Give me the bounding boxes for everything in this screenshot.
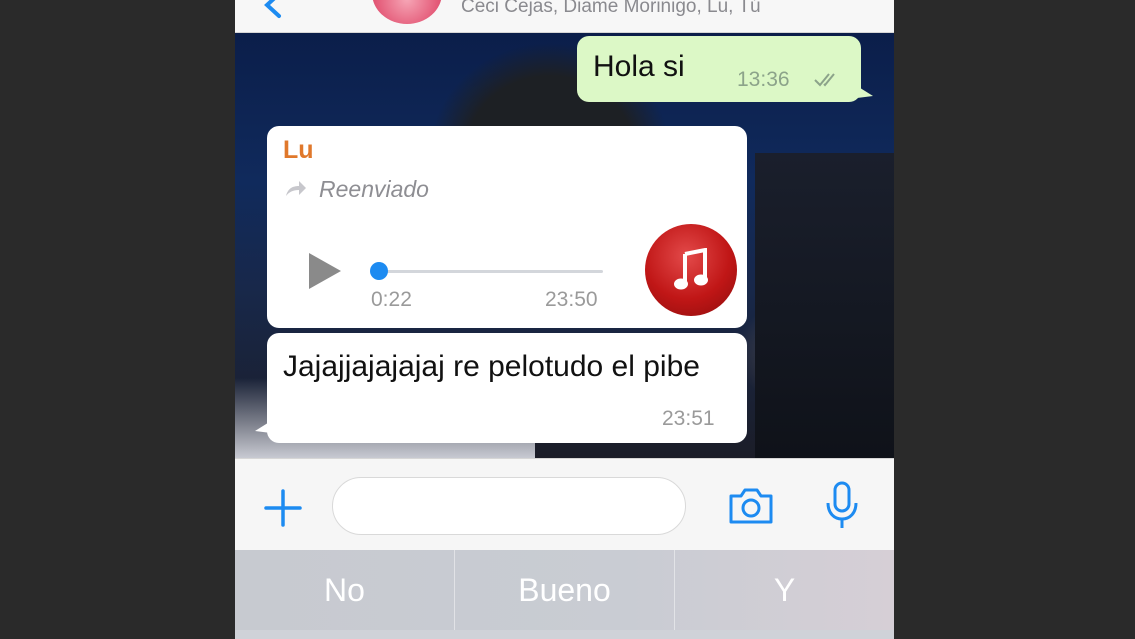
message-time: 23:51	[662, 407, 715, 430]
message-text: Jajajjajajajaj re pelotudo el pibe	[283, 350, 700, 383]
sender-name: Lu	[283, 136, 314, 164]
forward-icon	[286, 181, 306, 196]
back-icon[interactable]	[259, 0, 289, 20]
plus-icon[interactable]	[263, 488, 303, 528]
suggestion-no[interactable]: No	[235, 550, 455, 630]
audio-message[interactable]: Lu Reenviado 0:22 23:50	[267, 126, 747, 328]
message-input[interactable]	[332, 477, 686, 535]
outgoing-message[interactable]: Hola si 13:36	[577, 36, 873, 102]
group-avatar[interactable]	[372, 0, 442, 24]
suggestion-y[interactable]: Y	[675, 550, 894, 630]
participants-list[interactable]: Ceci Cejas, Diame Morinigo, Lu, Tú	[461, 0, 761, 18]
incoming-message[interactable]: Jajajjajajajaj re pelotudo el pibe 23:51	[255, 333, 747, 443]
message-text: Hola si	[593, 50, 685, 83]
chat-area: Hola si 13:36 Lu Reenviado 0:22 23:50 Ja…	[235, 33, 894, 458]
wallpaper-building	[755, 153, 894, 458]
double-check-icon	[814, 73, 835, 87]
keyboard-suggestions: No Bueno Y	[235, 550, 894, 630]
audio-track[interactable]	[371, 270, 603, 273]
message-time: 13:36	[737, 68, 790, 91]
audio-avatar	[645, 224, 737, 316]
chat-header: Ceci Cejas, Diame Morinigo, Lu, Tú	[235, 0, 894, 33]
audio-scrubber[interactable]	[370, 262, 388, 280]
suggestion-bueno[interactable]: Bueno	[455, 550, 675, 630]
input-bar	[235, 458, 894, 551]
message-time: 23:50	[545, 288, 598, 311]
keyboard-edge	[235, 630, 894, 639]
camera-icon[interactable]	[727, 486, 775, 526]
microphone-icon[interactable]	[824, 481, 860, 531]
phone-screen: Ceci Cejas, Diame Morinigo, Lu, Tú Hola …	[235, 0, 894, 639]
music-note-icon	[674, 248, 708, 290]
audio-elapsed: 0:22	[371, 288, 412, 311]
forwarded-label: Reenviado	[319, 176, 429, 202]
play-icon[interactable]	[307, 251, 343, 291]
